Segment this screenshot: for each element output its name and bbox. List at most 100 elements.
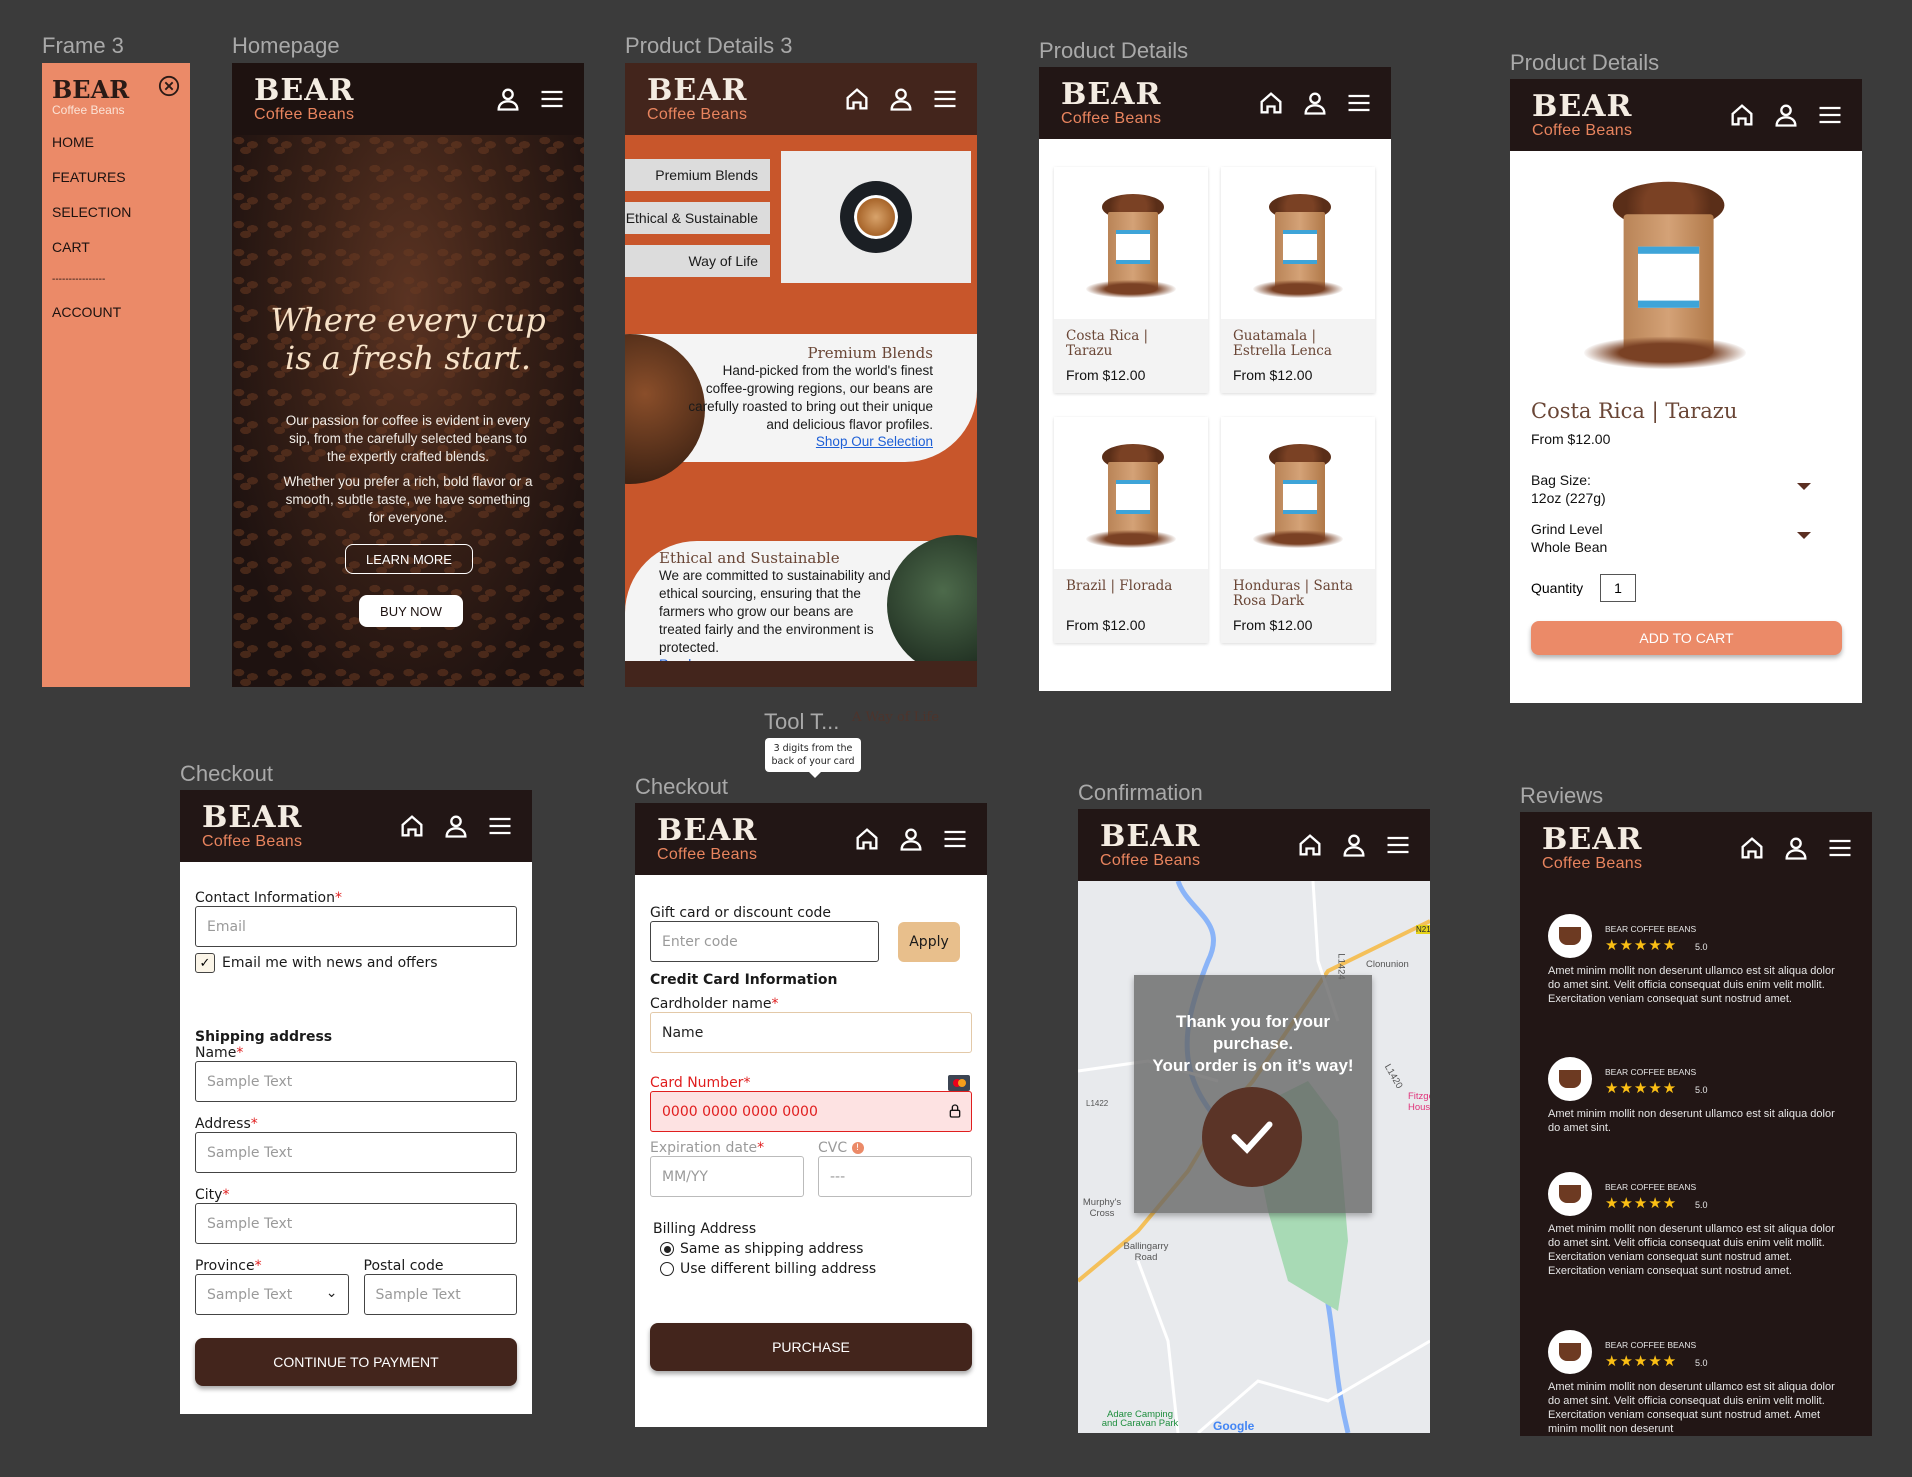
email-input[interactable]: Email <box>195 906 517 947</box>
product-card[interactable]: Guatamala | Estrella Lenca From $12.00 <box>1221 167 1375 393</box>
radio-unselected[interactable] <box>660 1262 674 1276</box>
card-number-input[interactable]: 0000 0000 0000 0000 <box>650 1091 972 1132</box>
product-card[interactable]: Costa Rica | Tarazu From $12.00 <box>1054 167 1208 393</box>
logo[interactable]: BEAR Coffee Beans <box>647 75 747 123</box>
apply-button[interactable]: Apply <box>898 921 960 962</box>
menu-item-home[interactable]: HOME <box>52 134 180 150</box>
logo[interactable]: BEAR Coffee Beans <box>254 72 355 123</box>
product-image <box>1221 417 1375 569</box>
user-icon[interactable] <box>442 812 470 840</box>
logo[interactable]: BEAR Coffee Beans <box>1061 79 1161 127</box>
purchase-button[interactable]: PURCHASE <box>650 1323 972 1371</box>
learn-more-button[interactable]: LEARN MORE <box>345 544 473 574</box>
home-icon[interactable] <box>1296 831 1324 859</box>
header: BEAR Coffee Beans <box>1520 812 1872 884</box>
billing-option[interactable]: Same as shipping address <box>650 1241 972 1257</box>
frame-label: Checkout <box>635 774 728 799</box>
product-card[interactable]: Honduras | Santa Rosa Dark From $12.00 <box>1221 417 1375 643</box>
user-icon[interactable] <box>1772 101 1800 129</box>
product-price: From $12.00 <box>1233 617 1313 633</box>
discount-code-input[interactable]: Enter code <box>650 921 879 962</box>
bag-size-value: 12oz (227g) <box>1531 490 1606 506</box>
name-label: Name* <box>195 1045 244 1061</box>
frame-label: Product Details <box>1510 50 1660 75</box>
buy-now-button[interactable]: BUY NOW <box>359 595 463 627</box>
home-icon[interactable] <box>1738 834 1766 862</box>
add-to-cart-button[interactable]: ADD TO CART <box>1531 621 1842 655</box>
info-icon[interactable]: ! <box>851 1142 864 1154</box>
radio-selected[interactable] <box>660 1242 674 1256</box>
hamburger-menu-icon[interactable] <box>1826 834 1854 862</box>
quantity-input[interactable]: 1 <box>1600 574 1636 602</box>
review-score: 5.0 <box>1695 942 1708 952</box>
home-icon[interactable] <box>853 825 881 853</box>
logo[interactable]: BEAR Coffee Beans <box>202 802 302 850</box>
logo[interactable]: BEAR Coffee Beans <box>1100 821 1200 869</box>
cvc-input[interactable]: --- <box>818 1156 972 1197</box>
ghost-text: A Way of Life <box>852 710 940 725</box>
logo[interactable]: BEAR Coffee Beans <box>1532 91 1633 139</box>
user-icon[interactable] <box>1782 834 1810 862</box>
province-select[interactable]: Sample Text ⌄ <box>195 1274 349 1315</box>
header: BEAR Coffee Beans <box>232 63 584 135</box>
user-icon[interactable] <box>1340 831 1368 859</box>
continue-to-payment-button[interactable]: CONTINUE TO PAYMENT <box>195 1338 517 1386</box>
menu-item-cart[interactable]: CART <box>52 239 180 255</box>
bag-size-select[interactable]: Bag Size: 12oz (227g) <box>1531 471 1811 507</box>
home-icon[interactable] <box>843 85 871 113</box>
hamburger-menu-icon[interactable] <box>931 85 959 113</box>
dropdown-arrow-icon[interactable] <box>1797 483 1811 490</box>
tab-premium-blends[interactable]: Premium Blends <box>625 159 770 191</box>
close-circle-icon[interactable] <box>158 75 180 97</box>
tab-way-of-life[interactable]: Way of Life <box>625 245 770 277</box>
map-label: L1422 <box>1086 1099 1109 1108</box>
logo-tagline: Coffee Beans <box>1532 121 1633 139</box>
grind-level-select[interactable]: Grind Level Whole Bean <box>1531 520 1811 556</box>
hamburger-menu-icon[interactable] <box>941 825 969 853</box>
coffee-plant-image <box>887 535 977 675</box>
product-card[interactable]: Brazil | Florada From $12.00 <box>1054 417 1208 643</box>
menu-item-features[interactable]: FEATURES <box>52 169 180 185</box>
menu-item-account[interactable]: ACCOUNT <box>52 304 180 320</box>
map-label: Murphy's Cross <box>1082 1197 1122 1219</box>
home-icon[interactable] <box>1257 89 1285 117</box>
star-rating: ★★★★★ <box>1605 1353 1678 1370</box>
header: BEAR Coffee Beans <box>1078 809 1430 881</box>
section-body: We are committed to sustainability and e… <box>659 568 891 655</box>
tab-ethical-sustainable[interactable]: Ethical & Sustainable <box>625 202 770 234</box>
cardholder-input[interactable]: Name <box>650 1012 972 1053</box>
address-input[interactable]: Sample Text <box>195 1132 517 1173</box>
header: BEAR Coffee Beans <box>625 63 977 135</box>
name-input[interactable]: Sample Text <box>195 1061 517 1102</box>
newsletter-checkbox[interactable]: ✓ <box>195 953 215 973</box>
hamburger-menu-icon[interactable] <box>1345 89 1373 117</box>
hamburger-menu-icon[interactable] <box>486 812 514 840</box>
hamburger-menu-icon[interactable] <box>538 85 566 113</box>
menu-item-selection[interactable]: SELECTION <box>52 204 180 220</box>
user-icon[interactable] <box>1301 89 1329 117</box>
tooltip-line: back of your card <box>771 756 855 767</box>
city-input[interactable]: Sample Text <box>195 1203 517 1244</box>
hamburger-menu-icon[interactable] <box>1816 101 1844 129</box>
dropdown-arrow-icon[interactable] <box>1797 532 1811 539</box>
map-label: Adare Camping and Caravan Park <box>1101 1409 1179 1429</box>
billing-option[interactable]: Use different billing address <box>650 1261 972 1277</box>
logo[interactable]: BEAR Coffee Beans <box>1542 824 1642 872</box>
home-icon[interactable] <box>398 812 426 840</box>
contact-label: Contact Information* <box>195 890 342 906</box>
hamburger-menu-icon[interactable] <box>1384 831 1412 859</box>
logo[interactable]: BEAR Coffee Beans <box>657 815 757 863</box>
postal-input[interactable]: Sample Text <box>363 1274 517 1315</box>
expiration-input[interactable]: MM/YY <box>650 1156 804 1197</box>
checkout-payment-frame: BEAR Coffee Beans Gift card or discount … <box>635 803 987 1427</box>
checkmark-icon <box>1202 1087 1302 1187</box>
home-icon[interactable] <box>1728 101 1756 129</box>
chevron-down-icon[interactable]: ⌄ <box>326 1285 338 1301</box>
user-icon[interactable] <box>494 85 522 113</box>
province-label: Province* <box>195 1258 262 1274</box>
logo-title: BEAR <box>254 72 355 108</box>
shop-selection-link[interactable]: Shop Our Selection <box>683 434 933 449</box>
user-icon[interactable] <box>887 85 915 113</box>
frame-label: Homepage <box>232 33 340 58</box>
user-icon[interactable] <box>897 825 925 853</box>
